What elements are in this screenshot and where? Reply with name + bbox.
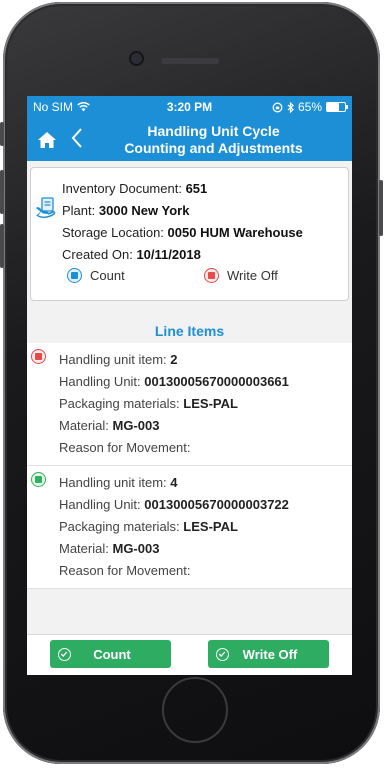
plant-label: Plant:	[62, 203, 96, 218]
main-content: Inventory Document: 651 Plant: 3000 New …	[27, 161, 352, 589]
check-circle-icon	[58, 647, 71, 661]
created-on-value: 10/11/2018	[136, 247, 201, 262]
hu-item-label: Handling unit item:	[59, 475, 167, 490]
status-icon-red	[31, 349, 46, 364]
storage-location-row: Storage Location: 0050 HUM Warehouse	[62, 222, 303, 244]
storage-location-value: 0050 HUM Warehouse	[167, 225, 303, 240]
material-value: MG-003	[112, 418, 160, 433]
material-value: MG-003	[112, 541, 160, 556]
footer-toolbar: Count Write Off	[27, 634, 352, 675]
inventory-document-row: Inventory Document: 651	[62, 178, 303, 200]
storage-location-label: Storage Location:	[62, 225, 164, 240]
list-item[interactable]: Handling unit item: 2 Handling Unit: 001…	[27, 343, 352, 466]
clock: 3:20 PM	[166, 100, 213, 114]
list-item[interactable]: Handling unit item: 4 Handling Unit: 001…	[27, 466, 352, 589]
check-circle-icon	[216, 647, 229, 661]
status-icon-green	[31, 472, 46, 487]
plant-value: 3000 New York	[98, 203, 190, 218]
inventory-document-card: Inventory Document: 651 Plant: 3000 New …	[30, 167, 349, 301]
page-title-line1: Handling Unit Cycle	[147, 122, 280, 139]
line-items-header: Line Items	[154, 323, 225, 339]
hu-value: 00130005670000003722	[144, 497, 289, 512]
created-on-row: Created On: 10/11/2018	[62, 244, 303, 266]
battery-icon	[326, 102, 348, 112]
volume-up-button	[0, 170, 4, 214]
pkg-value: LES-PAL	[183, 396, 238, 411]
page-title-line2: Counting and Adjustments	[124, 139, 303, 156]
home-icon	[38, 131, 56, 148]
hu-value: 00130005670000003661	[144, 374, 289, 389]
back-button[interactable]	[67, 127, 87, 153]
pkg-label: Packaging materials:	[59, 396, 180, 411]
page-title: Handling Unit Cycle Counting and Adjustm…	[87, 123, 352, 157]
write-off-icon	[204, 268, 219, 283]
battery-level	[327, 103, 339, 111]
write-off-button-label: Write Off	[242, 646, 298, 662]
write-off-action-label: Write Off	[227, 268, 278, 283]
volume-down-button	[0, 224, 4, 268]
inventory-document-label: Inventory Document:	[62, 181, 182, 196]
count-button-label: Count	[93, 646, 131, 662]
earpiece-speaker	[161, 58, 219, 64]
document-actions: Count Write Off	[67, 268, 278, 283]
status-bar: No SIM 3:20 PM 65%	[27, 96, 352, 118]
hu-label: Handling Unit:	[59, 497, 141, 512]
count-action-label: Count	[90, 268, 125, 283]
home-button[interactable]	[162, 677, 228, 743]
hu-item-value: 2	[170, 352, 178, 367]
write-off-button[interactable]: Write Off	[208, 640, 329, 668]
hu-item-label: Handling unit item:	[59, 352, 167, 367]
hu-label: Handling Unit:	[59, 374, 141, 389]
material-label: Material:	[59, 541, 109, 556]
count-icon	[67, 268, 82, 283]
app-screen: No SIM 3:20 PM 65% Handling Unit Cycle C…	[27, 96, 352, 675]
home-nav-button[interactable]	[27, 131, 67, 149]
count-action[interactable]: Count	[67, 268, 204, 283]
reason-label: Reason for Movement:	[59, 440, 191, 455]
inventory-document-value: 651	[185, 181, 208, 196]
document-details: Inventory Document: 651 Plant: 3000 New …	[62, 178, 303, 266]
inventory-document-icon	[34, 196, 58, 225]
nav-bar: Handling Unit Cycle Counting and Adjustm…	[27, 118, 352, 161]
created-on-label: Created On:	[62, 247, 133, 262]
pkg-value: LES-PAL	[183, 519, 238, 534]
material-label: Material:	[59, 418, 109, 433]
reason-label: Reason for Movement:	[59, 563, 191, 578]
hu-item-value: 4	[170, 475, 178, 490]
plant-row: Plant: 3000 New York	[62, 200, 303, 222]
count-button[interactable]: Count	[50, 640, 171, 668]
front-camera	[131, 53, 142, 64]
write-off-action[interactable]: Write Off	[204, 268, 278, 283]
mute-switch	[0, 122, 4, 146]
pkg-label: Packaging materials:	[59, 519, 180, 534]
chevron-left-icon	[71, 127, 82, 148]
power-button	[379, 180, 383, 236]
